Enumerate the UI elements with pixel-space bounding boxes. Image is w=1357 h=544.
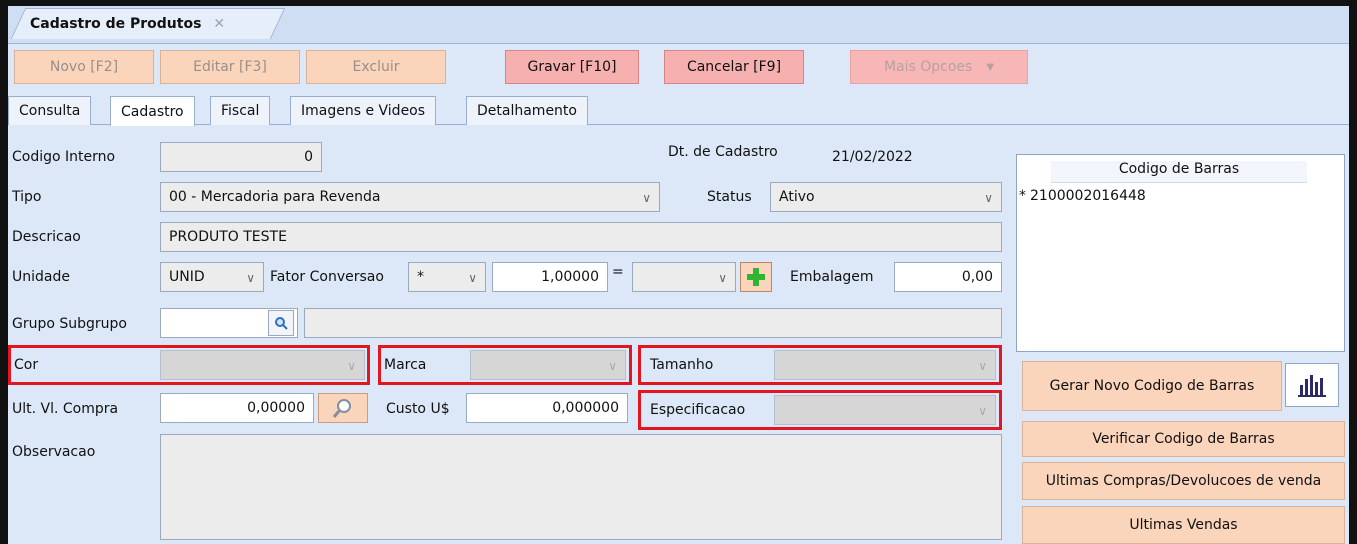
tipo-label: Tipo [12, 189, 42, 205]
grupo-subgrupo-label: Grupo Subgrupo [12, 316, 127, 332]
gravar-button[interactable]: Gravar [F10] [505, 50, 639, 84]
chevron-down-icon: ▼ [986, 61, 995, 73]
fator-op-value: * [417, 269, 424, 285]
unidade-label: Unidade [12, 269, 70, 285]
chevron-down-icon: ∨ [978, 404, 987, 418]
document-tab-title: Cadastro de Produtos [30, 16, 202, 32]
tab-cadastro[interactable]: Cadastro [110, 96, 195, 126]
ult-vl-compra-value: 0,00000 [247, 400, 305, 416]
search-icon [332, 399, 351, 418]
chevron-down-icon: ∨ [468, 271, 477, 285]
barcode-value: 2100002016448 [1030, 188, 1146, 204]
gerar-codigo-button[interactable]: Gerar Novo Codigo de Barras [1022, 361, 1282, 411]
ultimas-vendas-button[interactable]: Ultimas Vendas [1022, 506, 1345, 544]
window-frame-left [0, 0, 8, 544]
grupo-search-button[interactable] [268, 310, 294, 336]
embalagem-value: 0,00 [961, 269, 993, 285]
status-label: Status [707, 189, 752, 205]
grupo-subgrupo-desc-field [304, 308, 1002, 338]
equals-sign: = [612, 264, 624, 280]
barcode-list[interactable]: Codigo de Barras * 2100002016448 [1016, 154, 1345, 352]
cor-label: Cor [14, 357, 39, 373]
tipo-select[interactable]: 00 - Mercadoria para Revenda ∨ [160, 182, 660, 212]
tab-detalhamento[interactable]: Detalhamento [466, 96, 588, 125]
marca-select[interactable]: ∨ [470, 350, 626, 380]
tab-imagens-videos[interactable]: Imagens e Videos [290, 96, 437, 125]
compra-search-button[interactable] [318, 393, 368, 423]
fator-conversao-value: 1,00000 [541, 269, 599, 285]
chevron-down-icon: ∨ [978, 359, 987, 373]
list-item[interactable]: * 2100002016448 [1019, 188, 1307, 208]
descricao-field[interactable]: PRODUTO TESTE [160, 222, 1002, 252]
mais-opcoes-label: Mais Opcoes [883, 59, 973, 75]
embalagem-field[interactable]: 0,00 [894, 262, 1002, 292]
novo-button[interactable]: Novo [F2] [14, 50, 154, 84]
marca-label: Marca [384, 357, 427, 373]
fator-conversao-field[interactable]: 1,00000 [492, 262, 608, 292]
dt-cadastro-field: 21/02/2022 [824, 142, 1002, 172]
tab-fiscal[interactable]: Fiscal [210, 96, 271, 125]
tamanho-select[interactable]: ∨ [774, 350, 996, 380]
mais-opcoes-button[interactable]: Mais Opcoes ▼ [850, 50, 1028, 84]
custo-us-field[interactable]: 0,000000 [466, 393, 628, 423]
fator-conversao-label: Fator Conversao [270, 269, 384, 285]
chevron-down-icon: ∨ [718, 271, 727, 285]
especificacao-select[interactable]: ∨ [774, 395, 996, 425]
plus-icon [747, 268, 765, 286]
barcode-chart-button[interactable] [1285, 363, 1339, 407]
ult-vl-compra-field[interactable]: 0,00000 [160, 393, 314, 423]
excluir-button[interactable]: Excluir [306, 50, 446, 84]
observacao-label: Observacao [12, 444, 96, 460]
barcode-list-header: Codigo de Barras [1051, 161, 1307, 183]
conversao-unidade-select[interactable]: ∨ [632, 262, 736, 292]
chevron-down-icon: ∨ [984, 191, 993, 205]
status-select[interactable]: Ativo ∨ [770, 182, 1002, 212]
bar-chart-icon [1298, 375, 1326, 397]
status-value: Ativo [779, 189, 815, 205]
descricao-value: PRODUTO TESTE [169, 229, 287, 245]
cor-select[interactable]: ∨ [160, 350, 365, 380]
codigo-interno-field[interactable]: 0 [160, 142, 322, 172]
unidade-value: UNID [169, 269, 205, 285]
unidade-select[interactable]: UNID ∨ [160, 262, 264, 292]
fator-op-select[interactable]: * ∨ [408, 262, 486, 292]
ultimas-compras-button[interactable]: Ultimas Compras/Devolucoes de venda [1022, 462, 1345, 500]
close-icon[interactable]: ✕ [213, 16, 225, 32]
editar-button[interactable]: Editar [F3] [160, 50, 300, 84]
tamanho-label: Tamanho [650, 357, 714, 373]
dt-cadastro-value: 21/02/2022 [832, 149, 913, 165]
chevron-down-icon: ∨ [642, 191, 651, 205]
document-tab-content: Cadastro de Produtos ✕ [30, 12, 225, 36]
codigo-interno-label: Codigo Interno [12, 149, 116, 165]
observacao-textarea[interactable] [160, 434, 1002, 540]
window-frame-right [1349, 0, 1357, 544]
embalagem-label: Embalagem [790, 269, 874, 285]
especificacao-label: Especificacao [650, 402, 746, 418]
tipo-value: 00 - Mercadoria para Revenda [169, 189, 381, 205]
chevron-down-icon: ∨ [246, 271, 255, 285]
row-marker: * [1019, 188, 1026, 204]
search-icon [275, 317, 288, 330]
chevron-down-icon: ∨ [347, 359, 356, 373]
descricao-label: Descricao [12, 229, 81, 245]
custo-us-label: Custo U$ [386, 401, 450, 417]
codigo-interno-value: 0 [304, 149, 313, 165]
custo-us-value: 0,000000 [552, 400, 619, 416]
ult-vl-compra-label: Ult. Vl. Compra [12, 401, 119, 417]
cancelar-button[interactable]: Cancelar [F9] [664, 50, 804, 84]
chevron-down-icon: ∨ [608, 359, 617, 373]
tab-consulta[interactable]: Consulta [8, 96, 92, 125]
page-tabs: Consulta Cadastro Fiscal Imagens e Video… [8, 93, 1349, 126]
toolbar: Novo [F2] Editar [F3] Excluir Gravar [F1… [8, 45, 1349, 91]
verificar-codigo-button[interactable]: Verificar Codigo de Barras [1022, 421, 1345, 457]
dt-cadastro-label: Dt. de Cadastro [668, 144, 778, 160]
add-unidade-button[interactable] [740, 262, 772, 292]
